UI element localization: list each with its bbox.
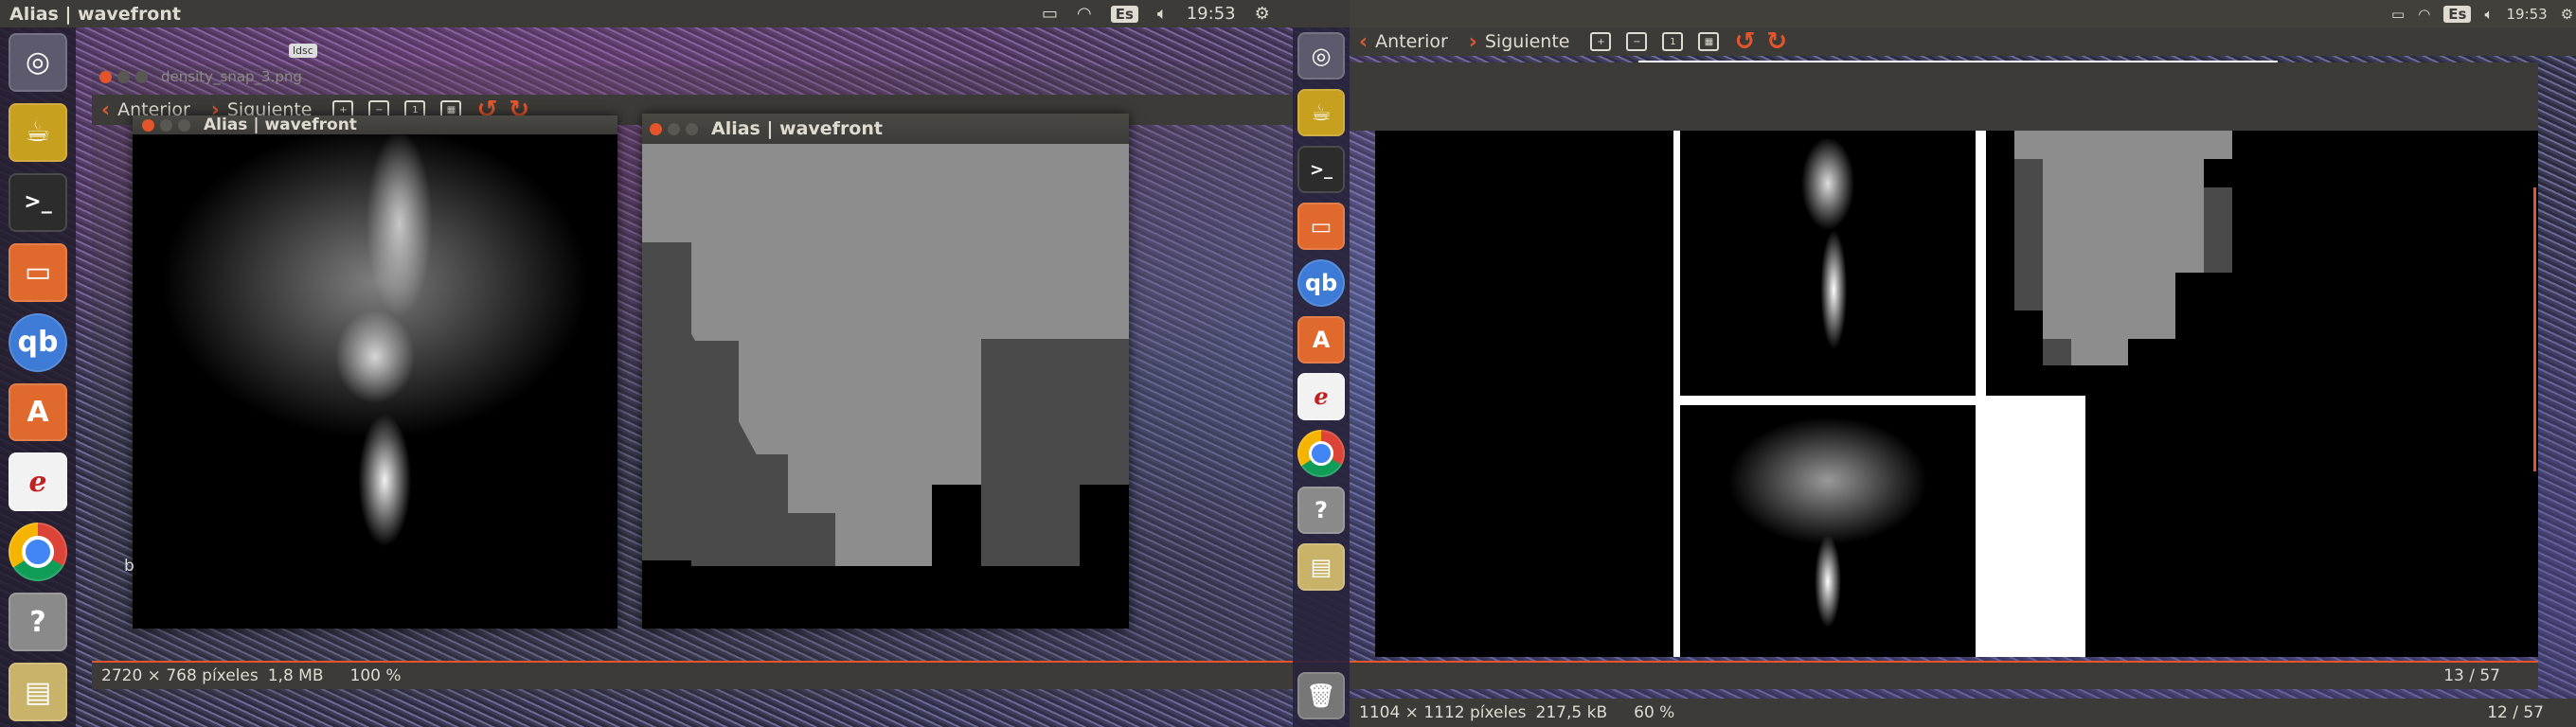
clock[interactable]: 19:53 xyxy=(1187,4,1236,24)
grid-block-right-2 xyxy=(981,485,1080,566)
collage-smoke-bottom xyxy=(1680,405,1976,657)
grid-window[interactable]: Alias | wavefront xyxy=(642,114,1129,629)
keyboard-layout-indicator[interactable]: Es xyxy=(1110,5,1138,23)
ubuntu-icon[interactable]: ◎ xyxy=(1297,32,1345,80)
density-grid-render xyxy=(642,144,1129,629)
active-window-title: Alias | wavefront xyxy=(9,3,181,25)
chevron-left-icon: ‹ xyxy=(1359,29,1368,54)
desktop-side-letter: b xyxy=(124,557,134,576)
keyboard-layout-indicator[interactable]: Es xyxy=(2443,5,2472,23)
viewer-statusbar-right-inner: 13 / 57 xyxy=(1350,661,2538,689)
close-icon[interactable] xyxy=(650,122,662,135)
zoom-out-icon[interactable]: − xyxy=(1626,32,1648,51)
volume-icon[interactable]: 🔈︎ xyxy=(2484,6,2493,23)
grid-block-right xyxy=(981,339,1129,485)
status-dimensions: 1104 × 1112 píxeles xyxy=(1359,703,1527,722)
gear-icon[interactable]: ⚙ xyxy=(1255,4,1270,24)
software-center-icon[interactable]: A xyxy=(1297,316,1345,364)
zoom-in-icon[interactable]: + xyxy=(1590,32,1612,51)
grid-column-left-3 xyxy=(739,454,788,566)
maximize-icon[interactable] xyxy=(178,118,190,132)
launcher-left: ◎ ☕ >_ ▭ qb A ℯ ? ▤ xyxy=(0,27,76,727)
image-viewer-right-canvas xyxy=(1350,62,2538,131)
previous-label: Anterior xyxy=(1375,31,1448,52)
grid-column-left-2 xyxy=(691,341,739,566)
smoke-window-title-bar: Alias | wavefront xyxy=(133,115,617,134)
smoke-window-title: Alias | wavefront xyxy=(204,115,357,134)
bluetooth-icon[interactable]: ▭ xyxy=(2391,6,2405,23)
smoke-density-render xyxy=(133,134,617,629)
trash-icon[interactable]: 🗑︎ xyxy=(1297,672,1345,719)
qbittorrent-icon[interactable]: qb xyxy=(9,312,67,372)
rotate-left-icon[interactable]: ↺ xyxy=(1734,27,1755,56)
chevron-left-icon: ‹ xyxy=(101,98,111,122)
status-file-size: 217,5 kB xyxy=(1535,703,1608,722)
help-icon[interactable]: ? xyxy=(9,593,67,652)
status-page-counter: 13 / 57 xyxy=(2443,666,2500,685)
viewer-title-bar: density_snap_3.png xyxy=(92,66,302,87)
ubuntu-icon[interactable]: ◎ xyxy=(9,33,67,92)
maximize-icon[interactable] xyxy=(135,70,148,83)
minimize-icon[interactable] xyxy=(668,122,680,135)
grid-window-title: Alias | wavefront xyxy=(711,118,883,139)
status-page-counter: 12 / 57 xyxy=(2487,703,2544,722)
close-icon[interactable] xyxy=(99,70,112,83)
close-icon[interactable] xyxy=(142,118,154,132)
launcher-right: ◎ ☕ >_ ▭ qb A ℯ ? ▤ 🗑︎ xyxy=(1293,27,1350,727)
volume-icon[interactable]: 🔈︎ xyxy=(1157,4,1168,24)
terminal-icon[interactable]: >_ xyxy=(9,172,67,232)
monitor-icon[interactable]: ▤ xyxy=(9,663,67,722)
collage-grid-top xyxy=(1986,131,2280,396)
grid-corner-right xyxy=(1080,485,1129,566)
emacs-icon[interactable]: ℯ xyxy=(1297,373,1345,420)
collage-divider xyxy=(1673,131,1679,657)
viewer-filename: density_snap_3.png xyxy=(161,68,302,85)
viewer-statusbar-left: 2720 × 768 píxeles 1,8 MB 100 % xyxy=(92,661,1350,689)
chrome-icon[interactable] xyxy=(9,523,67,582)
zoom-fit-icon[interactable]: ▦ xyxy=(1698,32,1720,51)
status-file-size: 1,8 MB xyxy=(267,666,324,685)
files-icon[interactable]: ▭ xyxy=(9,242,67,302)
terminal-icon[interactable]: >_ xyxy=(1297,146,1345,193)
smoke-window[interactable]: Alias | wavefront xyxy=(133,115,617,629)
help-icon[interactable]: ? xyxy=(1297,487,1345,534)
status-zoom: 60 % xyxy=(1634,703,1675,722)
status-zoom: 100 % xyxy=(349,666,402,685)
chrome-icon[interactable] xyxy=(1297,430,1345,477)
emacs-icon[interactable]: ℯ xyxy=(9,452,67,512)
next-label: Siguiente xyxy=(1484,31,1570,52)
clock[interactable]: 19:53 xyxy=(2506,6,2547,23)
status-dimensions: 2720 × 768 píxeles xyxy=(101,666,259,685)
next-button[interactable]: › Siguiente xyxy=(1469,30,1570,54)
grid-corner-left xyxy=(642,560,691,629)
monitor-icon[interactable]: ▤ xyxy=(1297,543,1345,591)
wifi-icon[interactable]: ◠ xyxy=(2418,6,2430,23)
maximize-icon[interactable] xyxy=(686,122,698,135)
grid-column-left xyxy=(642,242,691,566)
viewer-toolbar-right: ‹ Anterior › Siguiente + − 1 ▦ ↺ ↻ xyxy=(1350,27,2576,56)
previous-button[interactable]: ‹ Anterior xyxy=(1359,30,1448,54)
files-icon[interactable]: ▭ xyxy=(1297,203,1345,250)
viewer-statusbar-right: 1104 × 1112 píxeles 217,5 kB 60 % 12 / 5… xyxy=(1350,699,2576,727)
desktop-file-label[interactable]: ldsc xyxy=(289,44,317,58)
teapot-icon[interactable]: ☕ xyxy=(9,102,67,162)
rotate-right-icon[interactable]: ↻ xyxy=(1766,27,1787,56)
grid-window-title-bar: Alias | wavefront xyxy=(642,114,1129,144)
wifi-icon[interactable]: ◠ xyxy=(1077,4,1092,24)
top-panel-left: Alias | wavefront ▭ ◠ Es 🔈︎ 19:53 ⚙ xyxy=(0,0,1350,27)
minimize-icon[interactable] xyxy=(160,118,172,132)
scroll-indicator[interactable] xyxy=(2533,187,2536,471)
minimize-icon[interactable] xyxy=(117,70,130,83)
zoom-normal-icon[interactable]: 1 xyxy=(1662,32,1684,51)
image-canvas-right xyxy=(1375,131,2538,657)
collage-smoke-top xyxy=(1680,131,1976,396)
software-center-icon[interactable]: A xyxy=(9,382,67,442)
chevron-right-icon: › xyxy=(1468,29,1477,54)
qbittorrent-icon[interactable]: qb xyxy=(1297,259,1345,307)
gear-icon[interactable]: ⚙ xyxy=(2561,6,2573,23)
teapot-icon[interactable]: ☕ xyxy=(1297,89,1345,136)
bluetooth-icon[interactable]: ▭ xyxy=(1042,4,1058,24)
top-panel-right: ▭ ◠ Es 🔈︎ 19:53 ⚙ xyxy=(1350,0,2576,27)
